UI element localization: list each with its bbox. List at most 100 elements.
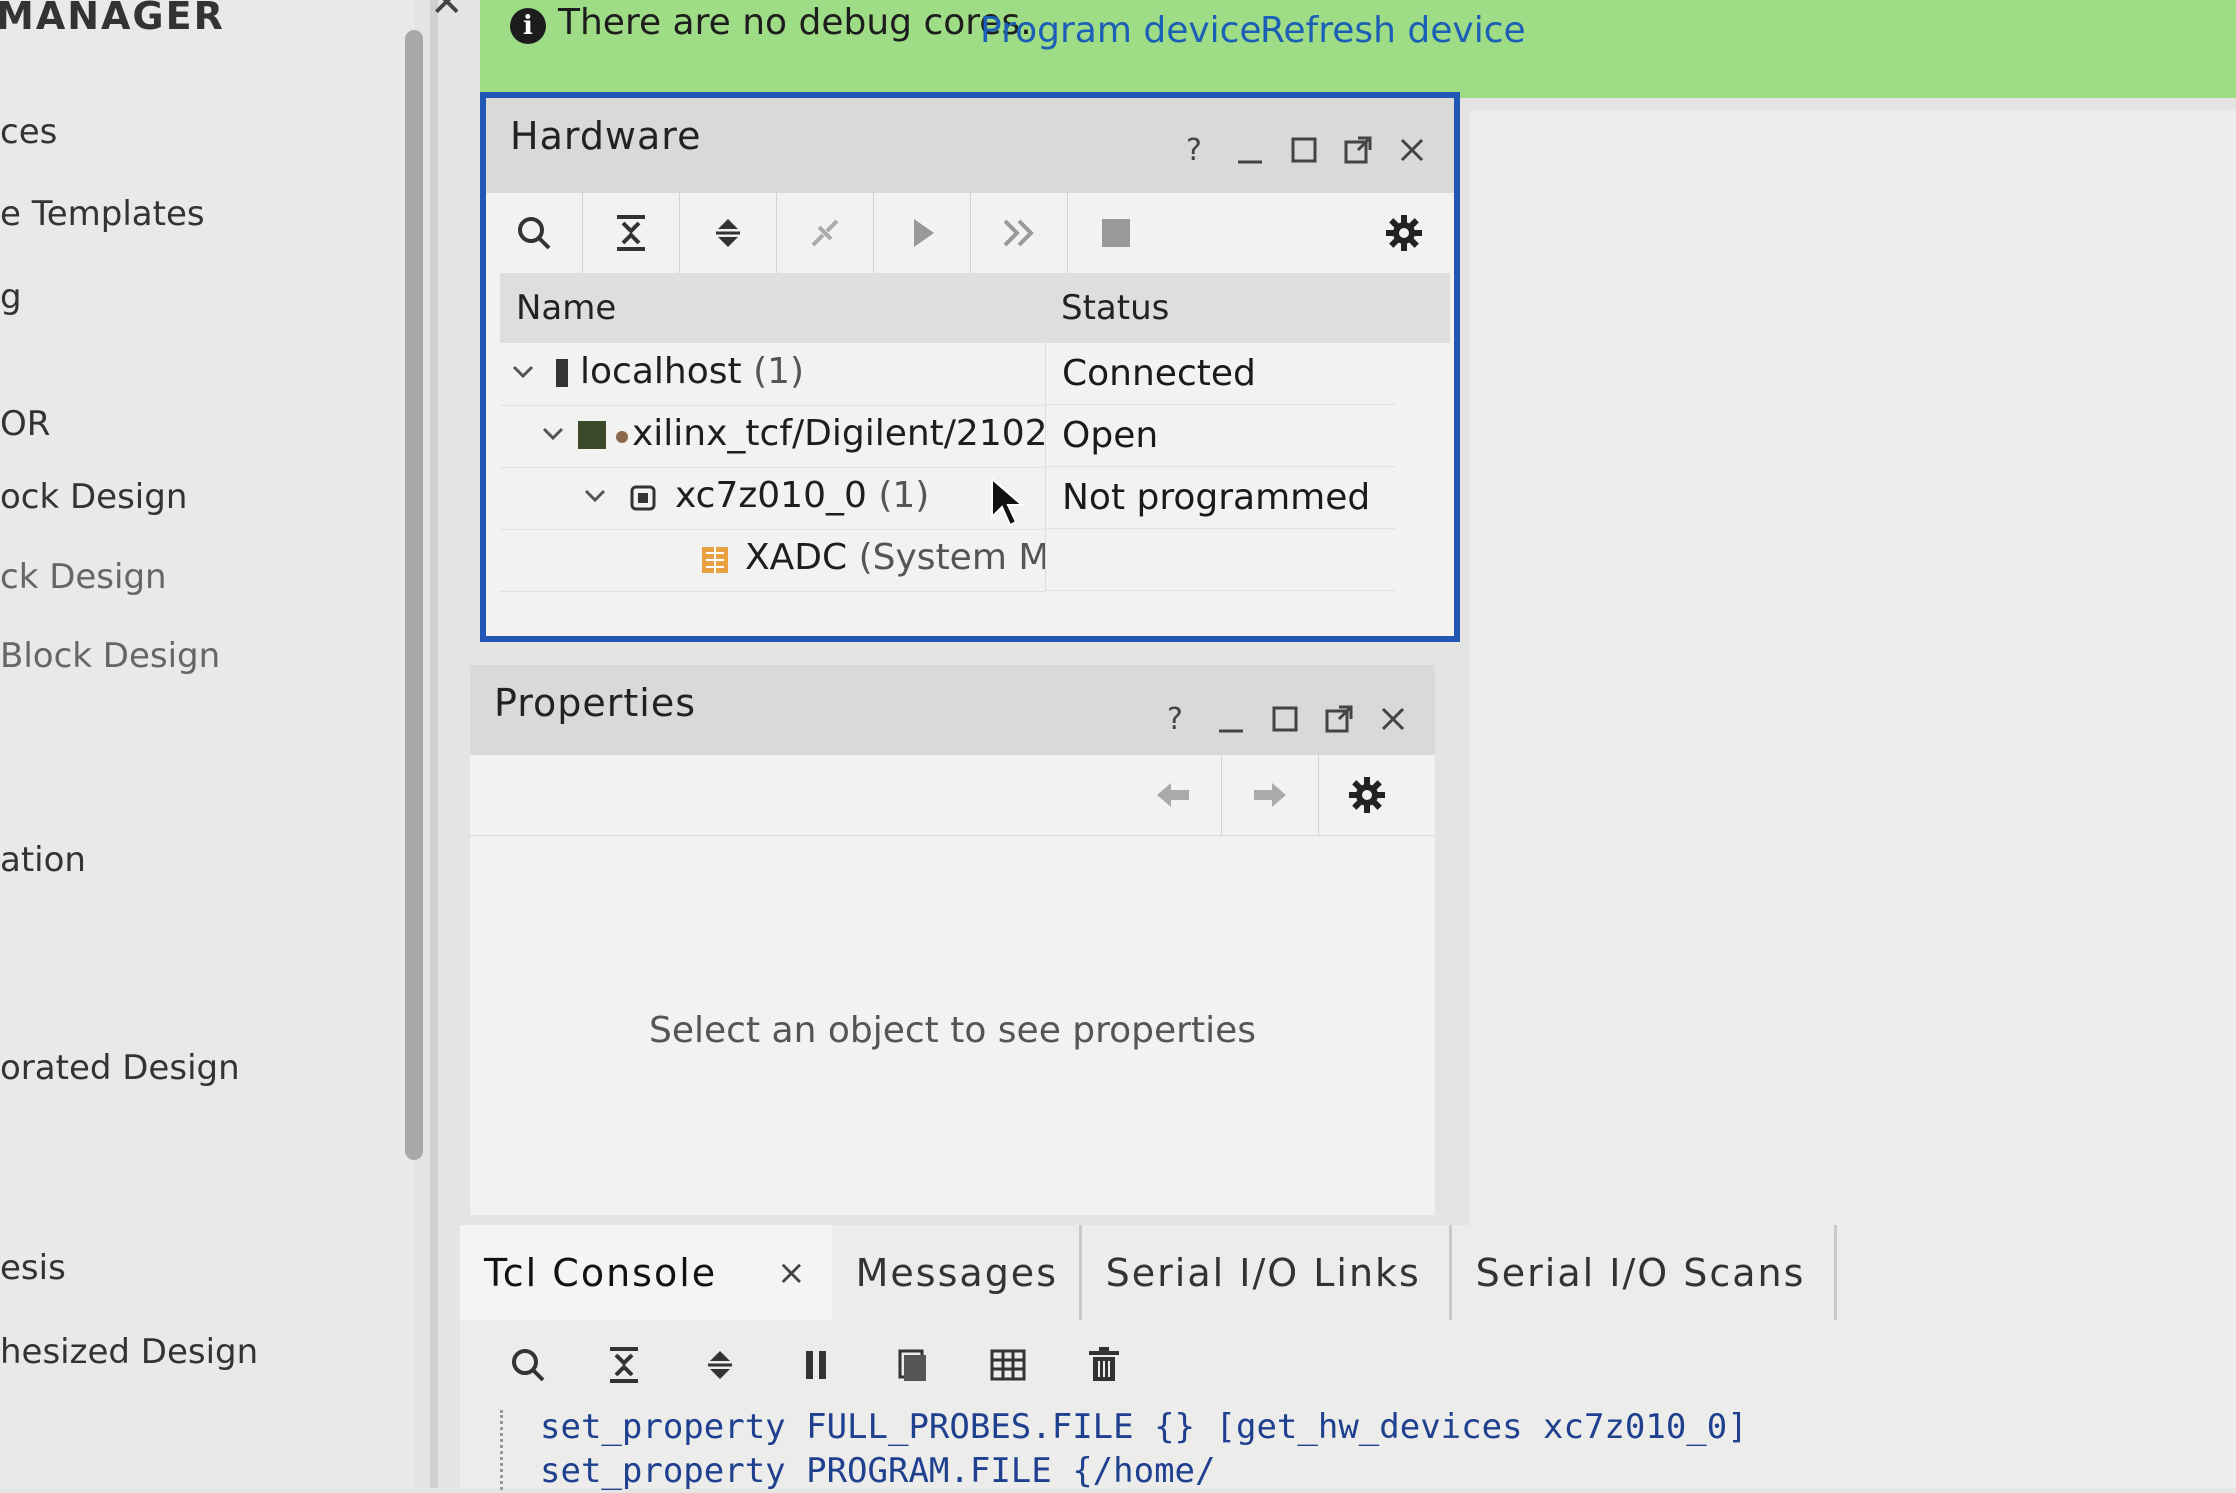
- row-name: xilinx_tcf/Digilent/2102: [632, 413, 1048, 454]
- sidebar-item[interactable]: g: [0, 277, 22, 317]
- jtag-target-icon: [576, 419, 632, 451]
- float-window-icon[interactable]: [1340, 132, 1376, 168]
- xadc-icon: [698, 543, 732, 577]
- fpga-chip-icon: [626, 481, 660, 515]
- trash-icon[interactable]: [1056, 1325, 1152, 1405]
- maximize-icon[interactable]: [1267, 701, 1303, 737]
- help-icon[interactable]: ?: [1178, 132, 1214, 168]
- tab-close-icon[interactable]: ×: [777, 1253, 808, 1293]
- sidebar-item[interactable]: orated Design: [0, 1048, 240, 1088]
- tab-label: Serial I/O Scans: [1475, 1250, 1806, 1295]
- hardware-toolbar: [486, 193, 1454, 273]
- run-immediate-icon[interactable]: [971, 193, 1068, 273]
- workspace-empty-area: [1470, 110, 2236, 1240]
- sidebar-item[interactable]: ation: [0, 840, 86, 880]
- float-window-icon[interactable]: [1321, 701, 1357, 737]
- tab-serial-io-links[interactable]: Serial I/O Links: [1082, 1225, 1452, 1320]
- tab-label: Messages: [855, 1250, 1058, 1295]
- settings-gear-icon[interactable]: [1384, 213, 1424, 253]
- properties-panel-title: Properties: [494, 681, 697, 725]
- tab-tcl-console[interactable]: Tcl Console ×: [460, 1225, 832, 1320]
- flow-navigator: MANAGER ces e Templates g OR ock Design ck De…: [0, 0, 415, 1488]
- debug-cores-banner: i There are no debug cores. Program devi…: [480, 0, 2236, 98]
- sidebar-item[interactable]: Block Design: [0, 636, 220, 676]
- pause-icon[interactable]: [768, 1325, 864, 1405]
- close-icon[interactable]: [1375, 701, 1411, 737]
- copy-icon[interactable]: [864, 1325, 960, 1405]
- table-view-icon[interactable]: [960, 1325, 1056, 1405]
- properties-panel-header: Properties ?: [470, 665, 1435, 755]
- pane-divider[interactable]: [430, 0, 438, 1488]
- expand-all-icon[interactable]: [672, 1325, 768, 1405]
- minimize-icon[interactable]: [1213, 701, 1249, 737]
- tab-messages[interactable]: Messages: [832, 1225, 1082, 1320]
- tab-serial-io-scans[interactable]: Serial I/O Scans: [1452, 1225, 1837, 1320]
- flow-navigator-title: MANAGER: [0, 0, 225, 38]
- sidebar-item[interactable]: esis: [0, 1248, 66, 1288]
- svg-text:?: ?: [1167, 702, 1183, 737]
- row-name: localhost: [580, 351, 742, 392]
- console-tab-bar: Tcl Console × Messages Serial I/O Links S…: [460, 1225, 2236, 1320]
- chevron-down-icon[interactable]: [538, 419, 568, 449]
- properties-panel: Properties ? Select an object to see pro…: [470, 665, 1435, 1215]
- tab-label: Serial I/O Links: [1105, 1250, 1421, 1295]
- refresh-device-link[interactable]: Refresh device: [1260, 10, 1526, 51]
- auto-connect-icon[interactable]: [777, 193, 874, 273]
- chevron-down-icon[interactable]: [508, 357, 538, 387]
- hardware-panel-title: Hardware: [510, 114, 702, 158]
- row-name: XADC: [745, 537, 848, 578]
- properties-empty-message: Select an object to see properties: [649, 1010, 1256, 1051]
- stop-trigger-icon[interactable]: [1068, 193, 1164, 273]
- console-output[interactable]: set_property FULL_PROBES.FILE {} [get_hw…: [540, 1405, 1748, 1493]
- row-count: (1): [753, 351, 805, 392]
- row-status: Not programmed: [1045, 467, 1395, 529]
- console-line: set_property FULL_PROBES.FILE {} [get_hw…: [540, 1407, 1748, 1447]
- row-status: Connected: [1045, 343, 1395, 405]
- properties-toolbar: [470, 755, 1435, 836]
- hardware-row-xadc[interactable]: XADC (System Mor: [500, 529, 1450, 592]
- search-icon[interactable]: [480, 1325, 576, 1405]
- tab-label: Tcl Console: [484, 1250, 718, 1295]
- close-icon[interactable]: [1394, 132, 1430, 168]
- sidebar-item[interactable]: e Templates: [0, 194, 205, 234]
- tcl-console-area: Tcl Console × Messages Serial I/O Links S…: [460, 1225, 2236, 1491]
- back-arrow-icon[interactable]: [1125, 755, 1222, 835]
- svg-text:?: ?: [1186, 133, 1202, 168]
- sidebar-scrollbar[interactable]: [405, 30, 423, 1160]
- column-header-name[interactable]: Name: [500, 273, 1045, 343]
- row-status: Open: [1045, 405, 1395, 467]
- sidebar-item[interactable]: ck Design: [0, 557, 167, 597]
- chevron-down-icon[interactable]: [580, 481, 610, 511]
- sidebar-item[interactable]: OR: [0, 404, 50, 444]
- program-device-link[interactable]: Program device: [980, 10, 1262, 51]
- collapse-all-icon[interactable]: [576, 1325, 672, 1405]
- hardware-panel-header: Hardware ?: [486, 98, 1454, 193]
- hardware-row-target[interactable]: xilinx_tcf/Digilent/2102 Open: [500, 405, 1450, 468]
- search-icon[interactable]: [486, 193, 583, 273]
- banner-message: There are no debug cores.: [558, 2, 1032, 43]
- row-status: [1045, 529, 1395, 591]
- row-name: xc7z010_0: [675, 475, 867, 516]
- mouse-cursor-icon: [990, 477, 1026, 529]
- sidebar-close-icon[interactable]: ✕: [430, 0, 464, 26]
- help-icon[interactable]: ?: [1159, 701, 1195, 737]
- row-count: (System Mor: [858, 537, 1045, 578]
- forward-arrow-icon[interactable]: [1222, 755, 1319, 835]
- minimize-icon[interactable]: [1232, 132, 1268, 168]
- server-icon: [552, 357, 572, 389]
- sidebar-item[interactable]: ock Design: [0, 477, 187, 517]
- collapse-all-icon[interactable]: [583, 193, 680, 273]
- column-header-status[interactable]: Status: [1045, 273, 1450, 343]
- expand-all-icon[interactable]: [680, 193, 777, 273]
- sidebar-item[interactable]: hesized Design: [0, 1332, 258, 1372]
- run-trigger-icon[interactable]: [874, 193, 971, 273]
- console-toolbar: [480, 1325, 1152, 1405]
- settings-gear-icon[interactable]: [1319, 755, 1415, 835]
- hardware-row-localhost[interactable]: localhost (1) Connected: [500, 343, 1450, 406]
- hardware-panel: Hardware ? Name Status localhost (1) Con…: [480, 92, 1460, 642]
- sidebar-item[interactable]: ces: [0, 112, 57, 152]
- console-gutter: [500, 1410, 507, 1490]
- hardware-row-device[interactable]: xc7z010_0 (1) Not programmed: [500, 467, 1450, 530]
- maximize-icon[interactable]: [1286, 132, 1322, 168]
- console-line: set_property PROGRAM.FILE {/home/: [540, 1451, 1216, 1491]
